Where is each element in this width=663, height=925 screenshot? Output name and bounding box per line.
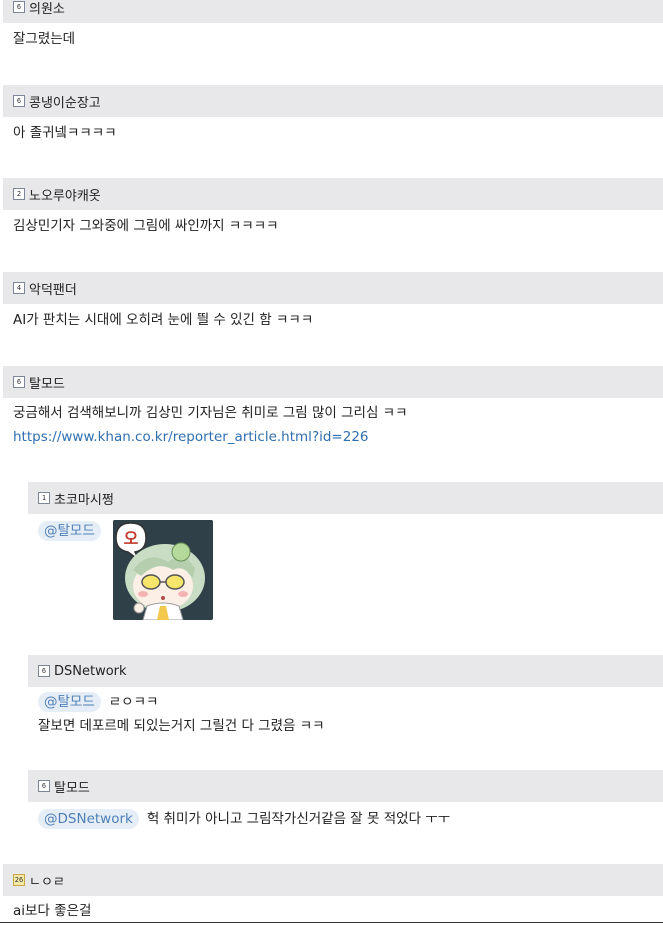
mention-tag[interactable]: @DSNetwork	[38, 809, 139, 829]
comment-text: 잘그렸는데	[13, 31, 76, 47]
comment-header: 26 ㄴㅇㄹ	[3, 864, 663, 896]
reply-header: 1 초코마시쩡	[28, 482, 663, 514]
comment-text: ai보다 좋은걸	[13, 903, 92, 919]
level-icon: 1	[38, 492, 50, 504]
reply-body: @DSNetwork 헉 취미가 아니고 그림작가신거같음 잘 못 적었다 ㅜㅜ	[28, 802, 663, 831]
nickname[interactable]: 악덕팬더	[29, 279, 77, 298]
reply: 6 DSNetwork @탈모드 ㄹㅇㅋㅋ 잘보면 데포르메 되있는거지 그릴건 …	[28, 655, 663, 738]
reply-inline-text: ㄹㅇㅋㅋ	[108, 694, 159, 710]
nickname[interactable]: 콩냉이순장고	[29, 92, 101, 111]
comment-text: 아 졸귀넼ㅋㅋㅋㅋ	[13, 125, 117, 141]
comment: 26 ㄴㅇㄹ ai보다 좋은걸	[3, 864, 663, 923]
comment-body: 잘그렸는데	[3, 23, 663, 51]
level-icon: 6	[38, 780, 50, 792]
comment-header: 2 노오루야캐옷	[3, 178, 663, 210]
reply-body: @탈모드 ㄹㅇㅋㅋ 잘보면 데포르메 되있는거지 그릴건 다 그렸음 ㅋㅋ	[28, 687, 663, 738]
sticker-illustration: 오	[113, 520, 213, 620]
comment-text: AI가 판치는 시대에 오히려 눈에 띌 수 있긴 함 ㅋㅋㅋ	[13, 312, 314, 328]
nickname[interactable]: 의원소	[29, 0, 65, 17]
sticker-image: 오	[113, 520, 213, 620]
level-icon: 6	[13, 95, 25, 107]
comment: 2 노오루야캐옷 김상민기자 그와중에 그림에 싸인까지 ㅋㅋㅋㅋ	[3, 178, 663, 238]
reply-inline-text: 헉 취미가 아니고 그림작가신거같음 잘 못 적었다 ㅜㅜ	[146, 811, 451, 827]
sticker-text: 오	[124, 529, 139, 548]
comment-header: 6 탈모드	[3, 366, 663, 398]
reply-header: 6 DSNetwork	[28, 655, 663, 687]
comment-header: 4 악덕팬더	[3, 272, 663, 304]
reply-text: 잘보면 데포르메 되있는거지 그릴건 다 그렸음 ㅋㅋ	[38, 718, 325, 734]
mention-tag[interactable]: @탈모드	[38, 521, 101, 541]
level-icon: 26	[13, 874, 25, 886]
level-icon: 2	[13, 188, 25, 200]
comment: 6 탈모드 궁금해서 검색해보니까 김상민 기자님은 취미로 그림 많이 그리심…	[3, 366, 663, 449]
mention-tag[interactable]: @탈모드	[38, 692, 101, 712]
nickname[interactable]: 탈모드	[54, 777, 90, 796]
nickname[interactable]: DSNetwork	[54, 664, 127, 679]
level-icon: 6	[13, 376, 25, 388]
nickname[interactable]: 노오루야캐옷	[29, 185, 101, 204]
reply: 6 탈모드 @DSNetwork 헉 취미가 아니고 그림작가신거같음 잘 못 적…	[28, 770, 663, 831]
nickname[interactable]: 초코마시쩡	[54, 489, 114, 508]
level-icon: 6	[38, 665, 50, 677]
comment-header: 6 콩냉이순장고	[3, 85, 663, 117]
comment: 6 콩냉이순장고 아 졸귀넼ㅋㅋㅋㅋ	[3, 85, 663, 145]
comment: 4 악덕팬더 AI가 판치는 시대에 오히려 눈에 띌 수 있긴 함 ㅋㅋㅋ	[3, 272, 663, 332]
nickname[interactable]: 탈모드	[29, 373, 65, 392]
nickname[interactable]: ㄴㅇㄹ	[29, 871, 65, 890]
level-icon: 6	[13, 1, 25, 13]
comment-header: 6 의원소	[3, 0, 663, 23]
comment-body: 김상민기자 그와중에 그림에 싸인까지 ㅋㅋㅋㅋ	[3, 210, 663, 238]
comment-body: AI가 판치는 시대에 오히려 눈에 띌 수 있긴 함 ㅋㅋㅋ	[3, 304, 663, 332]
article-link[interactable]: https://www.khan.co.kr/reporter_article.…	[13, 429, 369, 445]
comment-text: 김상민기자 그와중에 그림에 싸인까지 ㅋㅋㅋㅋ	[13, 218, 279, 234]
comment-text: 궁금해서 검색해보니까 김상민 기자님은 취미로 그림 많이 그리심 ㅋㅋ	[13, 405, 408, 421]
comment-body: ai보다 좋은걸	[3, 896, 663, 923]
comment-body: 아 졸귀넼ㅋㅋㅋㅋ	[3, 117, 663, 145]
comment-body: 궁금해서 검색해보니까 김상민 기자님은 취미로 그림 많이 그리심 ㅋㅋ ht…	[3, 398, 663, 449]
comment: 6 의원소 잘그렸는데	[3, 0, 663, 51]
reply-header: 6 탈모드	[28, 770, 663, 802]
divider	[0, 922, 663, 923]
level-icon: 4	[13, 282, 25, 294]
